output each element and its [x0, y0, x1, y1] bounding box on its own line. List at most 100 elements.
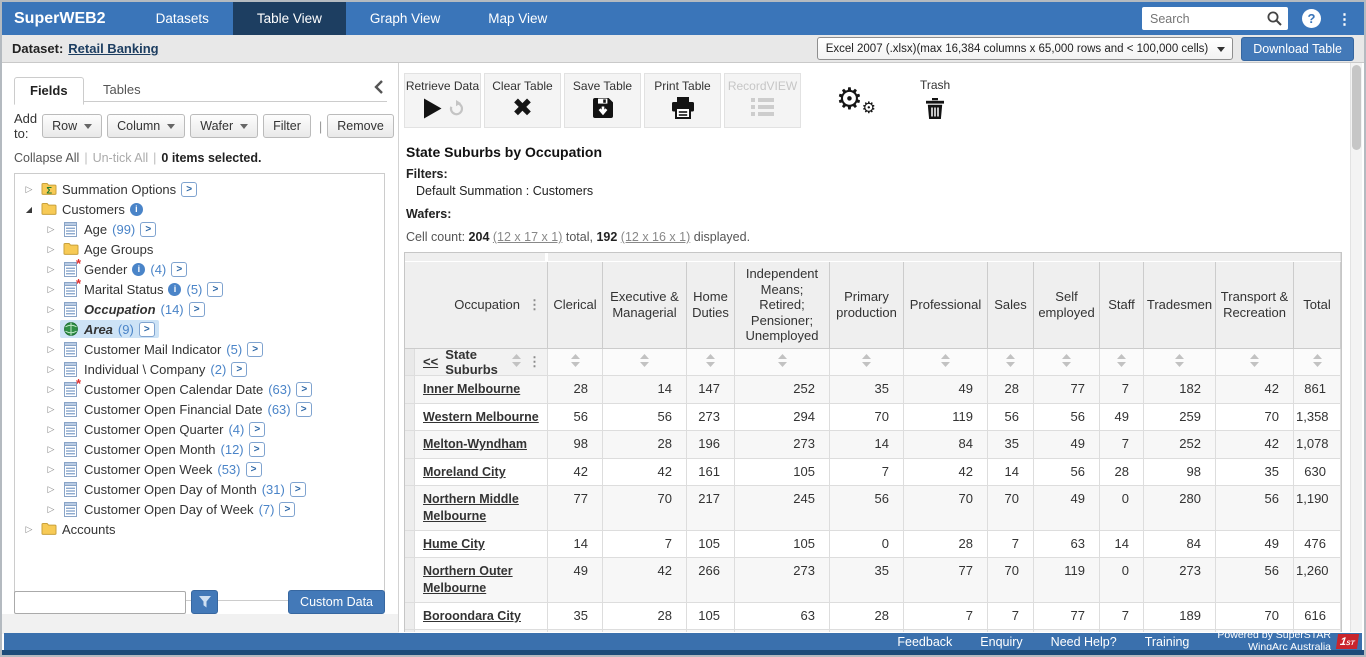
- row-label-link[interactable]: Inner Melbourne: [423, 382, 520, 396]
- download-table-button[interactable]: Download Table: [1241, 37, 1354, 61]
- sort-cell-sales[interactable]: [988, 349, 1034, 376]
- expand-toggle-icon[interactable]: ▷: [45, 244, 57, 255]
- scrollbar-thumb[interactable]: [1352, 65, 1361, 150]
- tree-item-occupation[interactable]: ▷Occupation(14)>: [15, 299, 384, 319]
- add-field-arrow-button[interactable]: >: [207, 282, 223, 297]
- sort-cell-staff[interactable]: [1100, 349, 1144, 376]
- column-header-independent-means-retired-pensioner-unemployed[interactable]: Independent Means; Retired; Pensioner; U…: [735, 262, 830, 349]
- sort-cell-total[interactable]: [1294, 349, 1341, 376]
- expand-toggle-icon[interactable]: ▷: [45, 304, 57, 315]
- add-field-arrow-button[interactable]: >: [189, 302, 205, 317]
- add-to-remove-button[interactable]: Remove: [327, 114, 394, 138]
- custom-data-button[interactable]: Custom Data: [288, 590, 385, 614]
- add-field-arrow-button[interactable]: >: [246, 462, 262, 477]
- column-header-home-duties[interactable]: Home Duties: [687, 262, 735, 349]
- expand-toggle-icon[interactable]: ▷: [45, 464, 57, 475]
- nav-tab-graph-view[interactable]: Graph View: [346, 2, 464, 35]
- add-field-arrow-button[interactable]: >: [296, 382, 312, 397]
- untick-all-link[interactable]: Un-tick All: [93, 151, 149, 165]
- expand-toggle-icon[interactable]: ▷: [45, 264, 57, 275]
- footer-link-feedback[interactable]: Feedback: [897, 635, 952, 649]
- displayed-dims-link[interactable]: (12 x 16 x 1): [621, 230, 690, 244]
- expand-toggle-icon[interactable]: ▷: [45, 324, 57, 335]
- sort-icon[interactable]: [1006, 354, 1015, 370]
- field-filter-button[interactable]: [191, 590, 218, 614]
- expand-toggle-icon[interactable]: ▷: [23, 184, 35, 195]
- column-header-tradesmen[interactable]: Tradesmen: [1144, 262, 1216, 349]
- sort-cell-professional[interactable]: [904, 349, 988, 376]
- add-field-arrow-button[interactable]: >: [296, 402, 312, 417]
- row-label-link[interactable]: Northern Middle Melbourne: [423, 492, 519, 523]
- expand-toggle-icon[interactable]: ▷: [45, 404, 57, 415]
- column-header-total[interactable]: Total: [1294, 262, 1341, 349]
- print-table-button[interactable]: Print Table: [644, 73, 721, 128]
- column-header-staff[interactable]: Staff: [1100, 262, 1144, 349]
- add-field-arrow-button[interactable]: >: [290, 482, 306, 497]
- add-to-row-button[interactable]: Row: [42, 114, 102, 138]
- tree-item-summation-options[interactable]: ▷ΣSummation Options>: [15, 179, 384, 199]
- sort-icon[interactable]: [512, 354, 521, 370]
- help-icon[interactable]: ?: [1302, 9, 1321, 28]
- row-label-link[interactable]: Boroondara City: [423, 609, 521, 623]
- expand-toggle-icon[interactable]: ▷: [45, 344, 57, 355]
- sort-icon[interactable]: [1175, 354, 1184, 370]
- tree-item-individual-company[interactable]: ▷Individual \ Company(2)>: [15, 359, 384, 379]
- add-field-arrow-button[interactable]: >: [279, 502, 295, 517]
- expand-toggle-icon[interactable]: ▷: [23, 524, 35, 535]
- table-options-button[interactable]: ⚙⚙: [836, 85, 880, 115]
- sort-icon[interactable]: [1313, 354, 1322, 370]
- sort-cell-tradesmen[interactable]: [1144, 349, 1216, 376]
- add-field-arrow-button[interactable]: >: [139, 322, 155, 337]
- row-label-eastern-middle-melbourne[interactable]: Eastern Middle Melbourne: [415, 630, 548, 632]
- tree-item-marital-status[interactable]: ▷*Marital Statusi(5)>: [15, 279, 384, 299]
- tree-item-customer-open-week[interactable]: ▷Customer Open Week(53)>: [15, 459, 384, 479]
- row-label-hume-city[interactable]: Hume City: [415, 531, 548, 559]
- add-field-arrow-button[interactable]: >: [171, 262, 187, 277]
- row-label-northern-middle-melbourne[interactable]: Northern Middle Melbourne: [415, 486, 548, 530]
- vertical-scrollbar[interactable]: [1350, 63, 1362, 632]
- row-label-link[interactable]: Melton-Wyndham: [423, 437, 527, 451]
- collapse-toggle-icon[interactable]: ◢: [23, 205, 35, 214]
- tree-item-customer-open-month[interactable]: ▷Customer Open Month(12)>: [15, 439, 384, 459]
- tree-item-age[interactable]: ▷Age(99)>: [15, 219, 384, 239]
- sort-icon[interactable]: [778, 354, 787, 370]
- add-field-arrow-button[interactable]: >: [247, 342, 263, 357]
- save-table-button[interactable]: Save Table: [564, 73, 641, 128]
- tree-item-customers[interactable]: ◢Customersi: [15, 199, 384, 219]
- add-field-arrow-button[interactable]: >: [231, 362, 247, 377]
- column-header-executive-managerial[interactable]: Executive & Managerial: [603, 262, 687, 349]
- sort-cell-home-duties[interactable]: [687, 349, 735, 376]
- tree-item-age-groups[interactable]: ▷Age Groups: [15, 239, 384, 259]
- collapse-sidebar-icon[interactable]: [374, 80, 383, 99]
- nav-tab-table-view[interactable]: Table View: [233, 2, 346, 35]
- export-format-select[interactable]: Excel 2007 (.xlsx)(max 16,384 columns x …: [817, 37, 1234, 60]
- expand-toggle-icon[interactable]: ▷: [45, 384, 57, 395]
- dataset-name-link[interactable]: Retail Banking: [68, 41, 158, 56]
- sort-icon[interactable]: [640, 354, 649, 370]
- expand-toggle-icon[interactable]: ▷: [45, 284, 57, 295]
- sort-icon[interactable]: [941, 354, 950, 370]
- tree-item-customer-open-day-of-week[interactable]: ▷Customer Open Day of Week(7)>: [15, 499, 384, 519]
- column-header-clerical[interactable]: Clerical: [548, 262, 603, 349]
- column-header-self-employed[interactable]: Self employed: [1034, 262, 1100, 349]
- tree-item-accounts[interactable]: ▷Accounts: [15, 519, 384, 539]
- row-menu-icon[interactable]: ⋮: [528, 354, 541, 370]
- sort-icon[interactable]: [1117, 354, 1126, 370]
- expand-toggle-icon[interactable]: ▷: [45, 424, 57, 435]
- add-to-filter-button[interactable]: Filter: [263, 114, 311, 138]
- tree-item-area[interactable]: ▷Area(9)>: [15, 319, 384, 339]
- clear-table-button[interactable]: Clear Table✖: [484, 73, 561, 128]
- expand-toggle-icon[interactable]: ▷: [45, 364, 57, 375]
- tab-fields[interactable]: Fields: [14, 77, 84, 105]
- sort-cell-self-employed[interactable]: [1034, 349, 1100, 376]
- search-icon[interactable]: [1267, 11, 1282, 31]
- sort-cell-transport-recreation[interactable]: [1216, 349, 1294, 376]
- info-icon[interactable]: i: [132, 263, 145, 276]
- sort-cell-independent-means-retired-pensioner-unemployed[interactable]: [735, 349, 830, 376]
- overflow-menu-icon[interactable]: ⋮: [1337, 10, 1352, 28]
- expand-toggle-icon[interactable]: ▷: [45, 444, 57, 455]
- row-label-link[interactable]: Western Melbourne: [423, 410, 539, 424]
- tab-tables[interactable]: Tables: [88, 77, 156, 103]
- column-menu-icon[interactable]: ⋮: [528, 297, 541, 313]
- row-field-header[interactable]: <<State Suburbs⋮: [415, 349, 548, 376]
